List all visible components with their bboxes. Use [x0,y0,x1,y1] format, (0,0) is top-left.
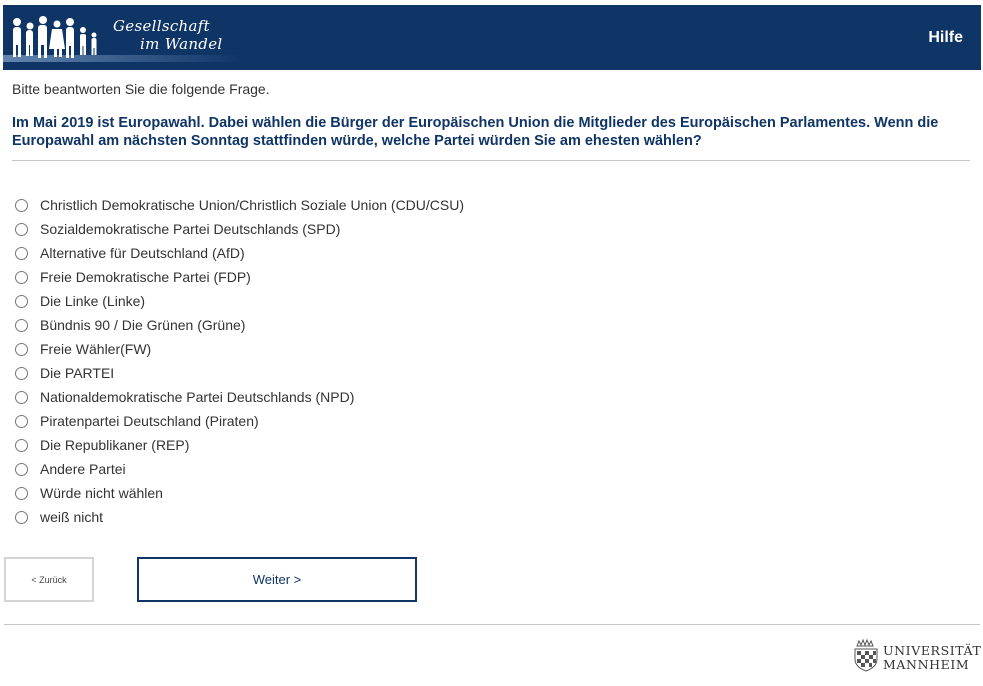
radio-button[interactable] [15,222,28,236]
university-crest-icon [854,638,878,672]
radio-button[interactable] [15,246,28,260]
radio-button[interactable] [15,198,28,212]
radio-button[interactable] [15,438,28,452]
option-label: Freie Demokratische Partei (FDP) [40,269,251,285]
option-cdu-csu[interactable]: Christlich Demokratische Union/Christlic… [15,193,464,217]
option-rep[interactable]: Die Republikaner (REP) [15,433,464,457]
option-freie-waehler[interactable]: Freie Wähler(FW) [15,337,464,361]
help-link[interactable]: Hilfe [928,29,963,47]
option-andere-partei[interactable]: Andere Partei [15,457,464,481]
answer-options: Christlich Demokratische Union/Christlic… [15,193,464,529]
radio-button[interactable] [15,462,28,476]
radio-button[interactable] [15,318,28,332]
instruction-text: Bitte beantworten Sie die folgende Frage… [12,81,270,97]
universitaet-mannheim-logo: UNIVERSITÄT MANNHEIM [849,637,981,677]
option-label: Sozialdemokratische Partei Deutschlands … [40,221,341,237]
option-npd[interactable]: Nationaldemokratische Partei Deutschland… [15,385,464,409]
option-fdp[interactable]: Freie Demokratische Partei (FDP) [15,265,464,289]
option-weiss-nicht[interactable]: weiß nicht [15,505,464,529]
back-button[interactable]: < Zurück [4,557,94,602]
header-bar: Gesellschaft im Wandel Hilfe [3,5,981,70]
option-label: Die PARTEI [40,365,115,381]
university-name-line1: UNIVERSITÄT [883,643,982,658]
radio-button[interactable] [15,270,28,284]
radio-button[interactable] [15,366,28,380]
option-label: Andere Partei [40,461,126,477]
logo-title-line2: im Wandel [140,35,223,53]
radio-button[interactable] [15,294,28,308]
option-label: weiß nicht [40,509,104,525]
option-label: Christlich Demokratische Union/Christlic… [40,197,465,213]
option-label: Würde nicht wählen [40,485,163,501]
option-linke[interactable]: Die Linke (Linke) [15,289,464,313]
university-name-line2: MANNHEIM [883,657,970,672]
option-label: Piratenpartei Deutschland (Piraten) [40,413,259,429]
radio-button[interactable] [15,510,28,524]
option-die-partei[interactable]: Die PARTEI [15,361,464,385]
footer-divider [4,624,980,625]
radio-button[interactable] [15,486,28,500]
radio-button[interactable] [15,414,28,428]
option-label: Freie Wähler(FW) [40,341,152,357]
logo-title-line1: Gesellschaft [113,17,210,35]
divider [12,160,970,161]
radio-button[interactable] [15,390,28,404]
option-spd[interactable]: Sozialdemokratische Partei Deutschlands … [15,217,464,241]
option-label: Die Republikaner (REP) [40,437,190,453]
next-button[interactable]: Weiter > [137,557,417,602]
option-label: Nationaldemokratische Partei Deutschland… [40,389,355,405]
option-afd[interactable]: Alternative für Deutschland (AfD) [15,241,464,265]
option-gruene[interactable]: Bündnis 90 / Die Grünen (Grüne) [15,313,464,337]
gesellschaft-im-wandel-logo: Gesellschaft im Wandel [3,5,243,70]
option-label: Bündnis 90 / Die Grünen (Grüne) [40,317,246,333]
option-piraten[interactable]: Piratenpartei Deutschland (Piraten) [15,409,464,433]
option-label: Die Linke (Linke) [40,293,146,309]
question-text: Im Mai 2019 ist Europawahl. Dabei wählen… [12,115,939,149]
option-nicht-waehlen[interactable]: Würde nicht wählen [15,481,464,505]
option-label: Alternative für Deutschland (AfD) [40,245,245,261]
radio-button[interactable] [15,342,28,356]
